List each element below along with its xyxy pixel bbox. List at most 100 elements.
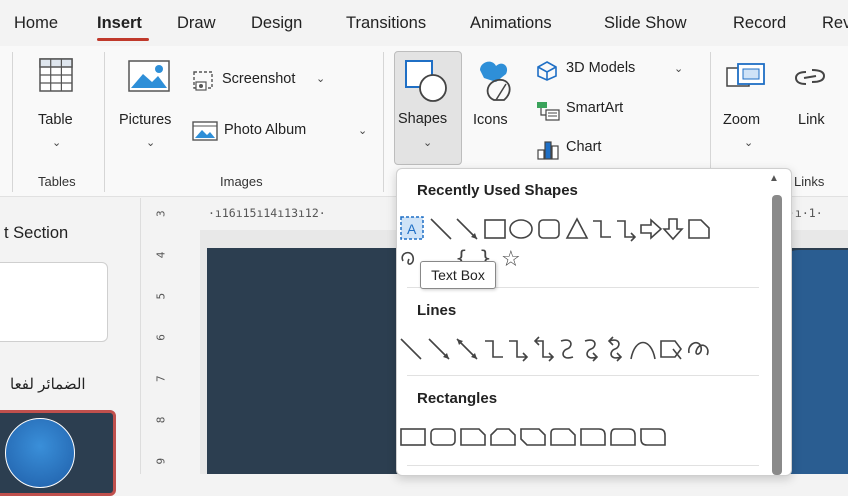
divider: [104, 52, 105, 192]
table-icon: [39, 58, 73, 92]
smartart-label: SmartArt: [566, 100, 624, 116]
tab-design[interactable]: Design: [251, 14, 302, 33]
group-label-images: Images: [220, 174, 263, 189]
star-icon[interactable]: ☆: [501, 247, 521, 272]
3d-models-label: 3D Models: [566, 60, 636, 76]
group-label-links: Links: [794, 174, 825, 189]
shapes-button[interactable]: Shapes ⌄: [394, 51, 462, 165]
chart-button[interactable]: Chart: [534, 136, 634, 162]
dropdown-scrollbar[interactable]: [772, 195, 782, 475]
right-arrow-icon[interactable]: [640, 218, 663, 240]
tab-home[interactable]: Home: [14, 14, 58, 33]
shapes-icon: [405, 60, 447, 102]
tab-transitions[interactable]: Transitions: [346, 14, 426, 33]
arrow-line-icon[interactable]: [428, 338, 450, 360]
pictures-label: Pictures: [119, 112, 172, 128]
snip-rectangle-icon[interactable]: [688, 219, 710, 239]
triangle-icon[interactable]: [565, 217, 589, 239]
curved-double-arrow-connector-icon[interactable]: [607, 336, 623, 362]
shapes-label: Shapes: [398, 111, 448, 127]
link-label: Link: [798, 112, 825, 128]
photo-album-button[interactable]: Photo Album ⌄: [190, 118, 370, 146]
oval-icon[interactable]: [509, 219, 533, 239]
ruler-ticks: ·ı16ı15ı14ı13ı12·: [208, 206, 326, 220]
tab-animations[interactable]: Animations: [470, 14, 552, 33]
scroll-up-icon[interactable]: ▲: [769, 173, 779, 184]
vertical-ruler: 9 8 7 6 5 4 3: [148, 196, 170, 474]
slide-thumbnail-title: الضمائر لفعا: [10, 376, 86, 393]
elbow-arrow-connector-icon[interactable]: [509, 340, 529, 362]
snip-diagonal-corner-rectangle-icon[interactable]: [520, 428, 546, 446]
round-same-side-corner-rectangle-icon[interactable]: [610, 428, 636, 446]
divider: [383, 52, 384, 192]
screenshot-icon: [193, 71, 213, 91]
down-arrow-icon[interactable]: [662, 218, 684, 241]
divider: [407, 375, 759, 376]
thumbnail-circle-graphic: [5, 418, 75, 488]
chevron-down-icon: ⌄: [146, 137, 156, 149]
scribble-icon[interactable]: [688, 341, 709, 356]
double-arrow-line-icon[interactable]: [456, 338, 478, 360]
snip-and-round-rectangle-icon[interactable]: [550, 428, 576, 446]
tab-insert[interactable]: Insert: [97, 14, 142, 33]
snip-single-corner-rectangle-icon[interactable]: [460, 428, 486, 446]
chevron-down-icon: ⌄: [316, 73, 326, 85]
elbow-connector-icon[interactable]: [485, 340, 503, 358]
tab-slide-show[interactable]: Slide Show: [604, 14, 687, 33]
tab-review[interactable]: Rev: [822, 14, 848, 33]
table-button[interactable]: Table ⌄: [30, 52, 92, 162]
icons-button[interactable]: Icons: [468, 52, 524, 162]
text-box-tooltip: Text Box: [420, 261, 496, 289]
freeform-shape-icon[interactable]: [660, 340, 682, 360]
line-icon[interactable]: [400, 338, 422, 360]
line-icon[interactable]: [430, 218, 452, 240]
ribbon-tabs: Home Insert Draw Design Transitions Anim…: [0, 0, 848, 46]
divider: [12, 52, 13, 192]
ruler-ticks-vertical: 9 8 7 6 5 4 3: [154, 196, 168, 465]
lines-heading: Lines: [417, 302, 457, 319]
round-single-corner-rectangle-icon[interactable]: [580, 428, 606, 446]
zoom-button[interactable]: Zoom ⌄: [720, 52, 776, 162]
snip-same-side-corner-rectangle-icon[interactable]: [490, 428, 516, 446]
ruler-ticks-right: ·ı·1·: [788, 206, 823, 220]
lines-row: [400, 336, 709, 362]
text-box-icon[interactable]: A: [400, 216, 424, 240]
smartart-icon: [537, 102, 560, 121]
tab-draw[interactable]: Draw: [177, 14, 216, 33]
cube-icon: [537, 61, 557, 81]
bar-chart-icon: [537, 141, 559, 160]
icons-icon: [480, 61, 511, 101]
elbow-connector-icon[interactable]: [593, 220, 611, 238]
link-button[interactable]: Link: [788, 52, 844, 162]
curve-icon[interactable]: [630, 341, 656, 360]
pictures-icon: [128, 60, 170, 92]
elbow-arrow-connector-icon[interactable]: [617, 220, 637, 242]
divider: [407, 465, 759, 466]
rounded-rectangle-icon[interactable]: [538, 219, 560, 239]
zoom-label: Zoom: [723, 112, 761, 128]
rectangles-row: [400, 428, 666, 446]
3d-models-button[interactable]: 3D Models ⌄: [534, 58, 694, 84]
chevron-down-icon: ⌄: [52, 137, 62, 149]
chevron-down-icon: ⌄: [744, 137, 754, 149]
curved-arrow-connector-icon[interactable]: [584, 339, 599, 362]
curved-connector-icon[interactable]: [560, 339, 574, 359]
screenshot-button[interactable]: Screenshot ⌄: [190, 66, 350, 94]
tab-record[interactable]: Record: [733, 14, 786, 33]
chevron-down-icon: ⌄: [674, 63, 684, 75]
section-label[interactable]: t Section: [4, 224, 68, 243]
arrow-line-icon[interactable]: [456, 218, 478, 240]
round-diagonal-corner-rectangle-icon[interactable]: [640, 428, 666, 446]
rectangle-icon[interactable]: [400, 428, 426, 446]
chevron-down-icon: ⌄: [423, 137, 433, 149]
rectangle-icon[interactable]: [484, 219, 506, 239]
pictures-button[interactable]: Pictures ⌄: [116, 52, 182, 162]
zoom-icon: [726, 63, 765, 87]
chevron-down-icon: ⌄: [358, 125, 368, 137]
elbow-double-arrow-connector-icon[interactable]: [533, 336, 555, 362]
freeform-icon[interactable]: [401, 251, 415, 265]
section-slide-thumbnail[interactable]: [0, 262, 108, 342]
rounded-rectangle-icon[interactable]: [430, 428, 456, 446]
table-label: Table: [38, 112, 73, 128]
smartart-button[interactable]: SmartArt: [534, 98, 654, 124]
